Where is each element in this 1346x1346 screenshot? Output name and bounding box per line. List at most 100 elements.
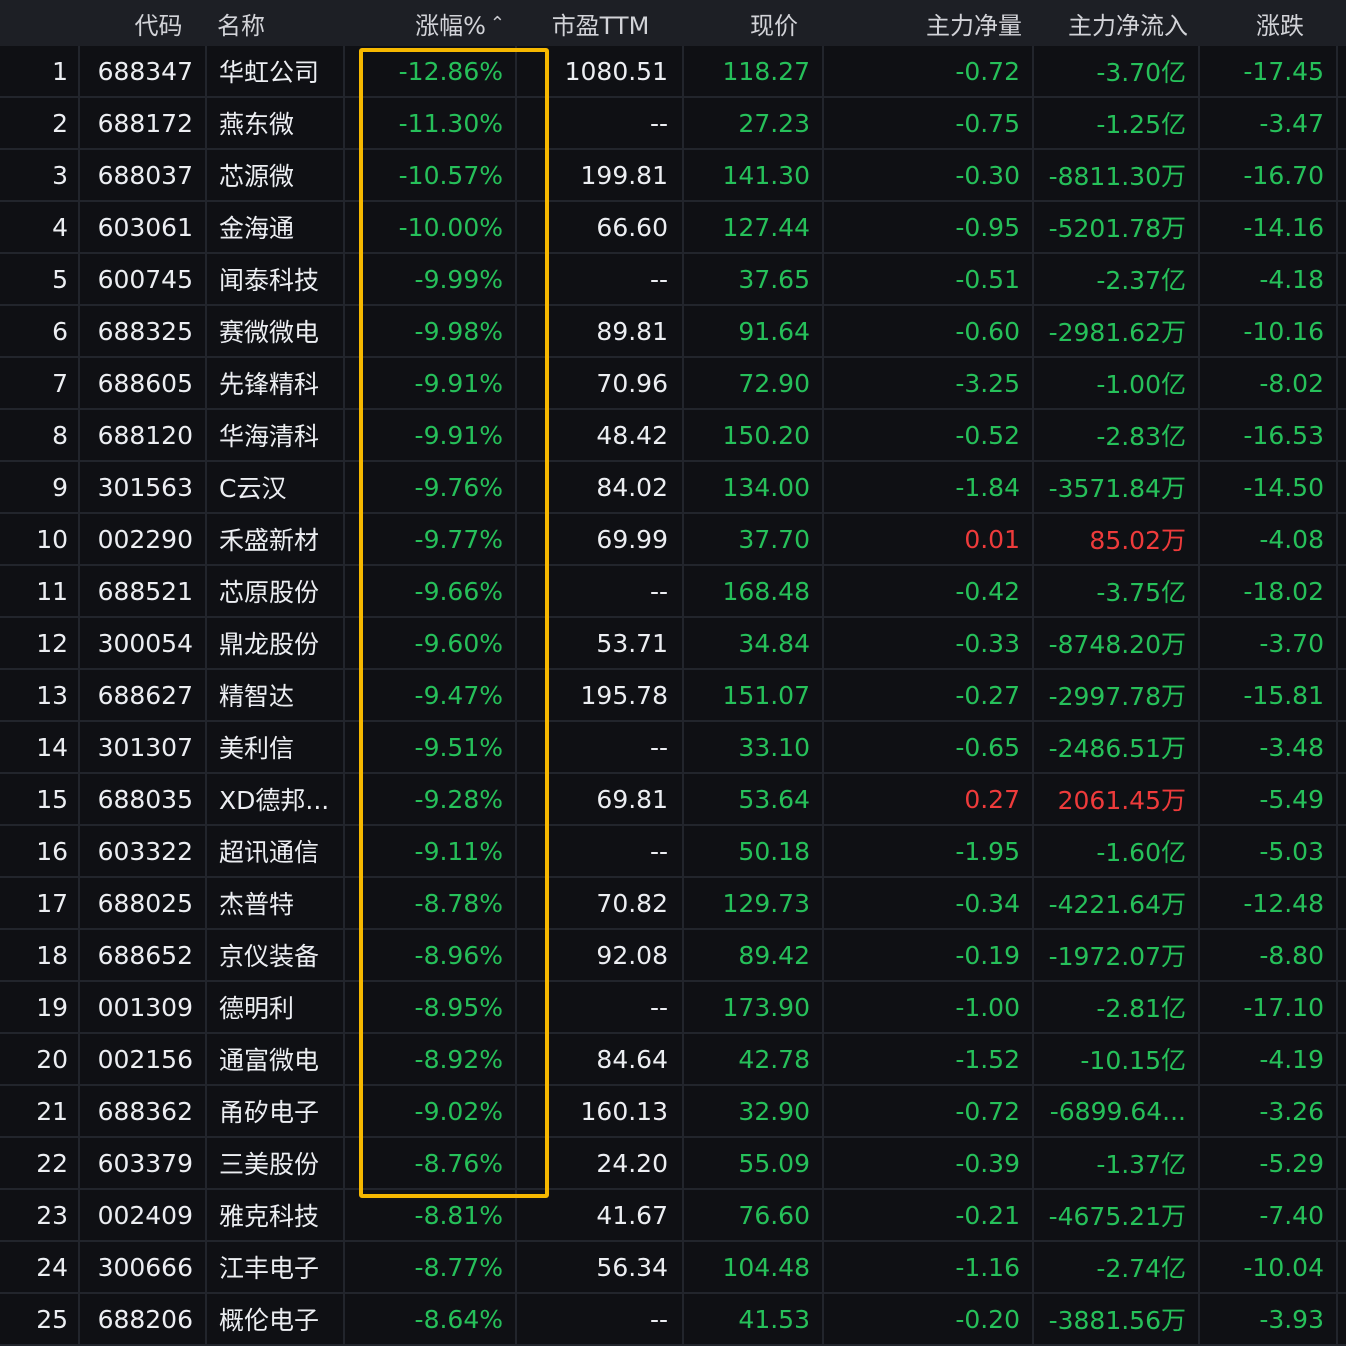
row-net-volume: -0.39 — [824, 1138, 1034, 1188]
row-name: 芯原股份 — [207, 566, 345, 616]
row-change: -17.10 — [1200, 982, 1338, 1032]
table-row[interactable]: 4 603061 金海通 -10.00% 66.60 127.44 -0.95 -5201.7… — [0, 202, 1346, 254]
table-row[interactable]: 7 688605 先锋精科 -9.91% 70.96 72.90 -3.25 -1.00亿 -8… — [0, 358, 1346, 410]
row-change: -3.70 — [1200, 618, 1338, 668]
row-pe-ttm: 160.13 — [517, 1086, 684, 1136]
row-change: -10.04 — [1200, 1242, 1338, 1292]
row-price: 41.53 — [684, 1294, 824, 1344]
table-row[interactable]: 13 688627 精智达 -9.47% 195.78 151.07 -0.27 -2997.… — [0, 670, 1346, 722]
row-name: 概伦电子 — [207, 1294, 345, 1344]
table-header: 代码 名称 涨幅% ⌃ 市盈TTM 现价 主力净量 主力净流入 涨跌 — [0, 0, 1346, 46]
header-pe-ttm[interactable]: 市盈TTM — [517, 0, 684, 46]
header-change-percent[interactable]: 涨幅% ⌃ — [345, 0, 517, 46]
table-body: 1 688347 华虹公司 -12.86% 1080.51 118.27 -0.72 -3.7… — [0, 46, 1346, 1346]
table-row[interactable]: 5 600745 闻泰科技 -9.99% -- 37.65 -0.51 -2.37亿 -4.18 — [0, 254, 1346, 306]
row-net-volume: -0.72 — [824, 1086, 1034, 1136]
row-price: 141.30 — [684, 150, 824, 200]
table-row[interactable]: 3 688037 芯源微 -10.57% 199.81 141.30 -0.30 -8811.… — [0, 150, 1346, 202]
row-change-percent: -9.51% — [345, 722, 517, 772]
table-row[interactable]: 6 688325 赛微微电 -9.98% 89.81 91.64 -0.60 -2981.62… — [0, 306, 1346, 358]
table-row[interactable]: 19 001309 德明利 -8.95% -- 173.90 -1.00 -2.81亿 -17.… — [0, 982, 1346, 1034]
table-row[interactable]: 24 300666 江丰电子 -8.77% 56.34 104.48 -1.16 -2.74亿… — [0, 1242, 1346, 1294]
header-net-volume[interactable]: 主力净量 — [824, 0, 1034, 46]
row-net-inflow: -4675.21万 — [1034, 1190, 1200, 1240]
table-row[interactable]: 2 688172 燕东微 -11.30% -- 27.23 -0.75 -1.25亿 -3.47 — [0, 98, 1346, 150]
row-code: 688627 — [80, 670, 207, 720]
row-name: 雅克科技 — [207, 1190, 345, 1240]
table-row[interactable]: 20 002156 通富微电 -8.92% 84.64 42.78 -1.52 -10.15亿… — [0, 1034, 1346, 1086]
table-row[interactable]: 8 688120 华海清科 -9.91% 48.42 150.20 -0.52 -2.83亿 -… — [0, 410, 1346, 462]
table-row[interactable]: 10 002290 禾盛新材 -9.77% 69.99 37.70 0.01 85.02万 -4… — [0, 514, 1346, 566]
row-change: -3.47 — [1200, 98, 1338, 148]
row-net-inflow: -6899.64... — [1034, 1086, 1200, 1136]
row-price: 55.09 — [684, 1138, 824, 1188]
table-row[interactable]: 21 688362 甬矽电子 -9.02% 160.13 32.90 -0.72 -6899.… — [0, 1086, 1346, 1138]
row-net-volume: -1.95 — [824, 826, 1034, 876]
row-index: 13 — [0, 670, 80, 720]
row-net-volume: -0.51 — [824, 254, 1034, 304]
row-net-volume: -0.42 — [824, 566, 1034, 616]
row-index: 2 — [0, 98, 80, 148]
row-change-percent: -8.77% — [345, 1242, 517, 1292]
row-code: 002290 — [80, 514, 207, 564]
table-row[interactable]: 18 688652 京仪装备 -8.96% 92.08 89.42 -0.19 -1972.0… — [0, 930, 1346, 982]
row-net-inflow: 85.02万 — [1034, 514, 1200, 564]
row-price: 127.44 — [684, 202, 824, 252]
row-name: 闻泰科技 — [207, 254, 345, 304]
header-price[interactable]: 现价 — [684, 0, 824, 46]
row-net-volume: -0.52 — [824, 410, 1034, 460]
row-name: 通富微电 — [207, 1034, 345, 1084]
table-row[interactable]: 9 301563 C云汉 -9.76% 84.02 134.00 -1.84 -3571.84… — [0, 462, 1346, 514]
row-index: 12 — [0, 618, 80, 668]
header-net-inflow[interactable]: 主力净流入 — [1034, 0, 1200, 46]
row-price: 168.48 — [684, 566, 824, 616]
row-change-percent: -8.95% — [345, 982, 517, 1032]
row-pe-ttm: 84.64 — [517, 1034, 684, 1084]
row-net-inflow: -1972.07万 — [1034, 930, 1200, 980]
table-row[interactable]: 12 300054 鼎龙股份 -9.60% 53.71 34.84 -0.33 -8748.2… — [0, 618, 1346, 670]
row-change-percent: -8.76% — [345, 1138, 517, 1188]
row-name: 甬矽电子 — [207, 1086, 345, 1136]
chevron-up-icon: ⌃ — [489, 12, 505, 34]
header-code[interactable]: 代码 — [80, 0, 207, 46]
row-pe-ttm: 69.99 — [517, 514, 684, 564]
table-row[interactable]: 1 688347 华虹公司 -12.86% 1080.51 118.27 -0.72 -3.7… — [0, 46, 1346, 98]
row-change: -16.70 — [1200, 150, 1338, 200]
row-index: 19 — [0, 982, 80, 1032]
row-change-percent: -9.66% — [345, 566, 517, 616]
table-row[interactable]: 14 301307 美利信 -9.51% -- 33.10 -0.65 -2486.51万 -3… — [0, 722, 1346, 774]
table-row[interactable]: 22 603379 三美股份 -8.76% 24.20 55.09 -0.39 -1.37亿 -… — [0, 1138, 1346, 1190]
row-net-volume: -0.33 — [824, 618, 1034, 668]
row-change-percent: -11.30% — [345, 98, 517, 148]
row-index: 11 — [0, 566, 80, 616]
table-row[interactable]: 23 002409 雅克科技 -8.81% 41.67 76.60 -0.21 -4675.2… — [0, 1190, 1346, 1242]
row-price: 89.42 — [684, 930, 824, 980]
row-change: -8.80 — [1200, 930, 1338, 980]
row-net-inflow: -8748.20万 — [1034, 618, 1200, 668]
row-change: -16.53 — [1200, 410, 1338, 460]
row-net-volume: -0.30 — [824, 150, 1034, 200]
table-row[interactable]: 11 688521 芯原股份 -9.66% -- 168.48 -0.42 -3.75亿 -18… — [0, 566, 1346, 618]
row-pe-ttm: 53.71 — [517, 618, 684, 668]
header-name[interactable]: 名称 — [207, 0, 345, 46]
row-change: -7.40 — [1200, 1190, 1338, 1240]
row-change-percent: -9.47% — [345, 670, 517, 720]
row-change: -3.26 — [1200, 1086, 1338, 1136]
row-pe-ttm: 69.81 — [517, 774, 684, 824]
row-pe-ttm: -- — [517, 826, 684, 876]
table-row[interactable]: 16 603322 超讯通信 -9.11% -- 50.18 -1.95 -1.60亿 -5.0… — [0, 826, 1346, 878]
row-change: -14.16 — [1200, 202, 1338, 252]
row-code: 688037 — [80, 150, 207, 200]
row-change-percent: -8.64% — [345, 1294, 517, 1344]
table-row[interactable]: 25 688206 概伦电子 -8.64% -- 41.53 -0.20 -3881.56万 -… — [0, 1294, 1346, 1346]
table-row[interactable]: 17 688025 杰普特 -8.78% 70.82 129.73 -0.34 -4221.6… — [0, 878, 1346, 930]
row-net-inflow: -8811.30万 — [1034, 150, 1200, 200]
table-row[interactable]: 15 688035 XD德邦... -9.28% 69.81 53.64 0.27 2061.… — [0, 774, 1346, 826]
row-index: 22 — [0, 1138, 80, 1188]
row-net-volume: -1.00 — [824, 982, 1034, 1032]
row-pe-ttm: 1080.51 — [517, 46, 684, 96]
row-name: 杰普特 — [207, 878, 345, 928]
header-change[interactable]: 涨跌 — [1200, 0, 1338, 46]
row-net-volume: -0.60 — [824, 306, 1034, 356]
row-code: 600745 — [80, 254, 207, 304]
